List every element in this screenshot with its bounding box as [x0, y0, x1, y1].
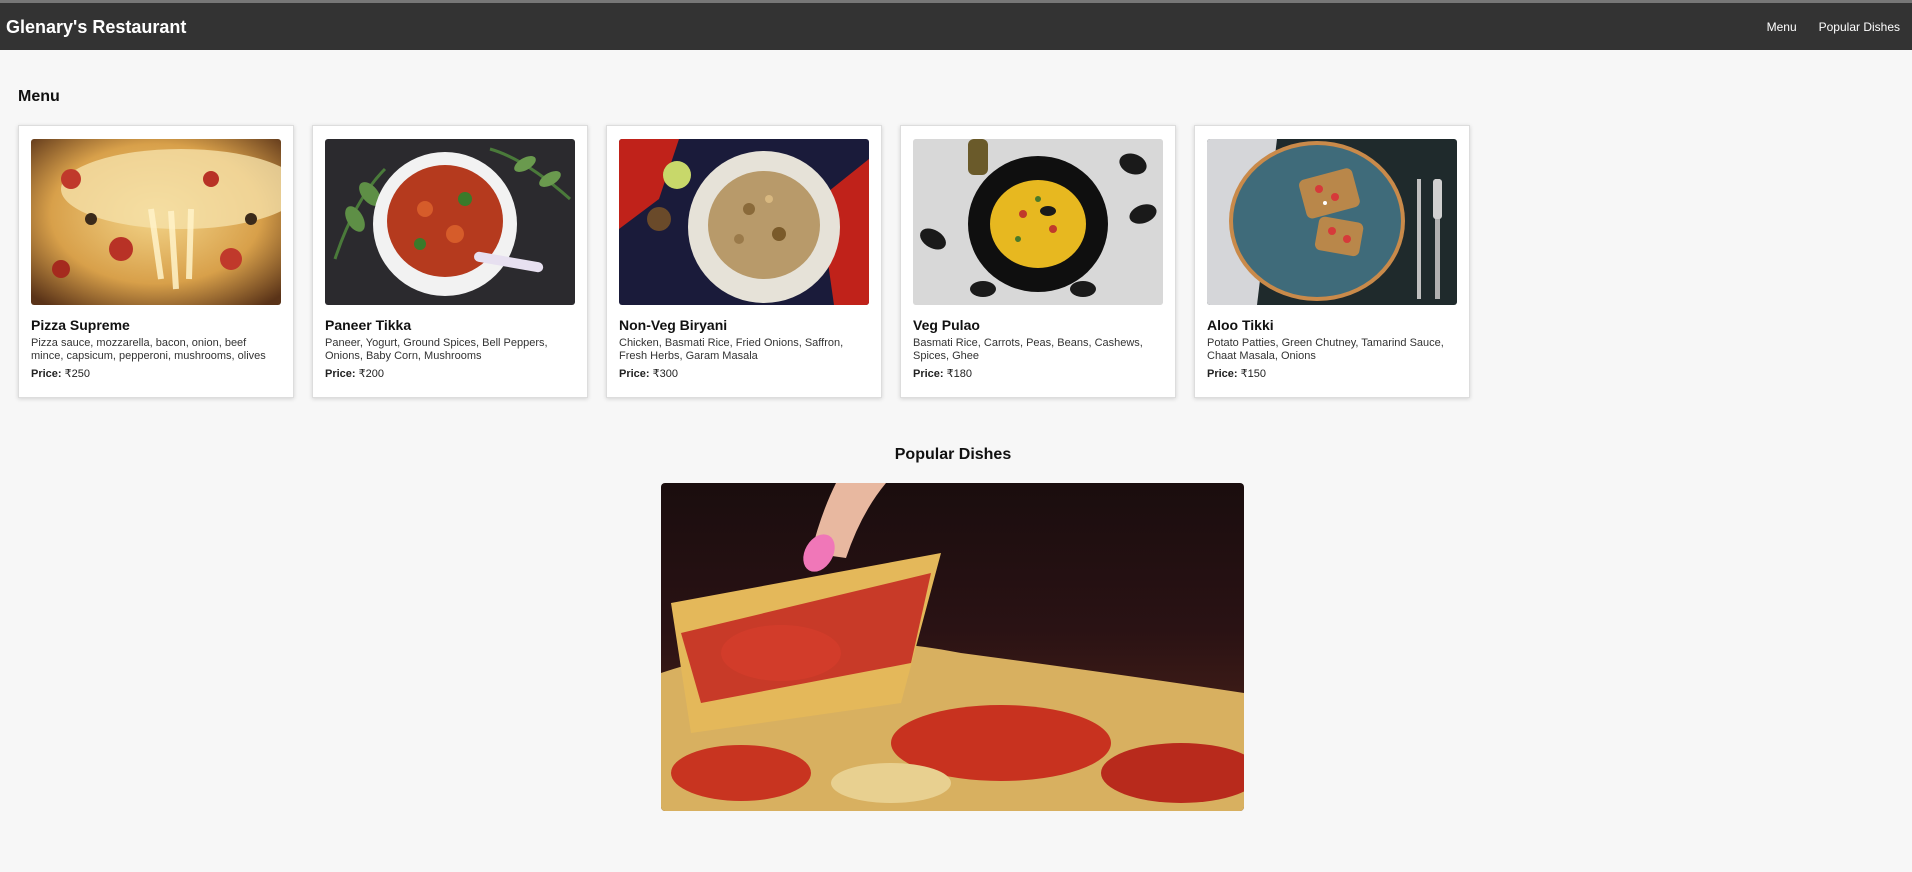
nav-link-popular-dishes[interactable]: Popular Dishes — [1819, 20, 1900, 34]
menu-item-description: Chicken, Basmati Rice, Fried Onions, Saf… — [619, 337, 844, 362]
menu-item-name: Aloo Tikki — [1207, 317, 1274, 333]
price-label: Price: — [1207, 368, 1238, 380]
menu-card-paneer-tikka: Paneer Tikka Paneer, Yogurt, Ground Spic… — [312, 125, 588, 398]
menu-card-veg-pulao: Veg Pulao Basmati Rice, Carrots, Peas, B… — [900, 125, 1176, 398]
menu-item-name: Paneer Tikka — [325, 317, 412, 333]
price-label: Price: — [619, 368, 650, 380]
menu-card-non-veg-biryani: Non-Veg Biryani Chicken, Basmati Rice, F… — [606, 125, 882, 398]
menu-card-pizza-supreme: Pizza Supreme Pizza sauce, mozzarella, b… — [18, 125, 294, 398]
price-value: ₹200 — [358, 368, 384, 380]
price-label: Price: — [31, 368, 62, 380]
price-value: ₹300 — [652, 368, 678, 380]
top-navbar: Glenary's Restaurant Menu Popular Dishes — [0, 0, 1912, 50]
menu-item-name: Pizza Supreme — [31, 317, 130, 333]
veg-pulao-image — [913, 139, 1163, 305]
menu-section-title: Menu — [18, 88, 60, 105]
price-value: ₹180 — [946, 368, 972, 380]
menu-item-description: Potato Patties, Green Chutney, Tamarind … — [1207, 337, 1444, 362]
menu-item-price: Price: ₹200 — [325, 367, 575, 380]
price-label: Price: — [913, 368, 944, 380]
menu-item-name: Veg Pulao — [913, 317, 980, 333]
non-veg-biryani-image — [619, 139, 869, 305]
price-label: Price: — [325, 368, 356, 380]
brand-title[interactable]: Glenary's Restaurant — [6, 17, 186, 38]
aloo-tikki-image — [1207, 139, 1457, 305]
popular-dish-pizza-image — [661, 483, 1244, 811]
menu-item-description: Basmati Rice, Carrots, Peas, Beans, Cash… — [913, 337, 1143, 362]
nav-link-menu[interactable]: Menu — [1767, 20, 1797, 34]
menu-card-aloo-tikki: Aloo Tikki Potato Patties, Green Chutney… — [1194, 125, 1470, 398]
price-value: ₹250 — [64, 368, 90, 380]
menu-item-description: Paneer, Yogurt, Ground Spices, Bell Pepp… — [325, 337, 548, 362]
menu-item-name: Non-Veg Biryani — [619, 317, 728, 333]
menu-item-price: Price: ₹180 — [913, 367, 1163, 380]
paneer-tikka-image — [325, 139, 575, 305]
menu-item-description: Pizza sauce, mozzarella, bacon, onion, b… — [31, 337, 266, 362]
price-value: ₹150 — [1240, 368, 1266, 380]
popular-dishes-title: Popular Dishes — [894, 446, 1012, 463]
menu-item-price: Price: ₹300 — [619, 367, 869, 380]
nav-links: Menu Popular Dishes — [1767, 20, 1912, 34]
menu-grid: Pizza Supreme Pizza sauce, mozzarella, b… — [18, 125, 1488, 398]
menu-item-price: Price: ₹250 — [31, 367, 281, 380]
menu-item-price: Price: ₹150 — [1207, 367, 1457, 380]
pizza-supreme-image — [31, 139, 281, 305]
